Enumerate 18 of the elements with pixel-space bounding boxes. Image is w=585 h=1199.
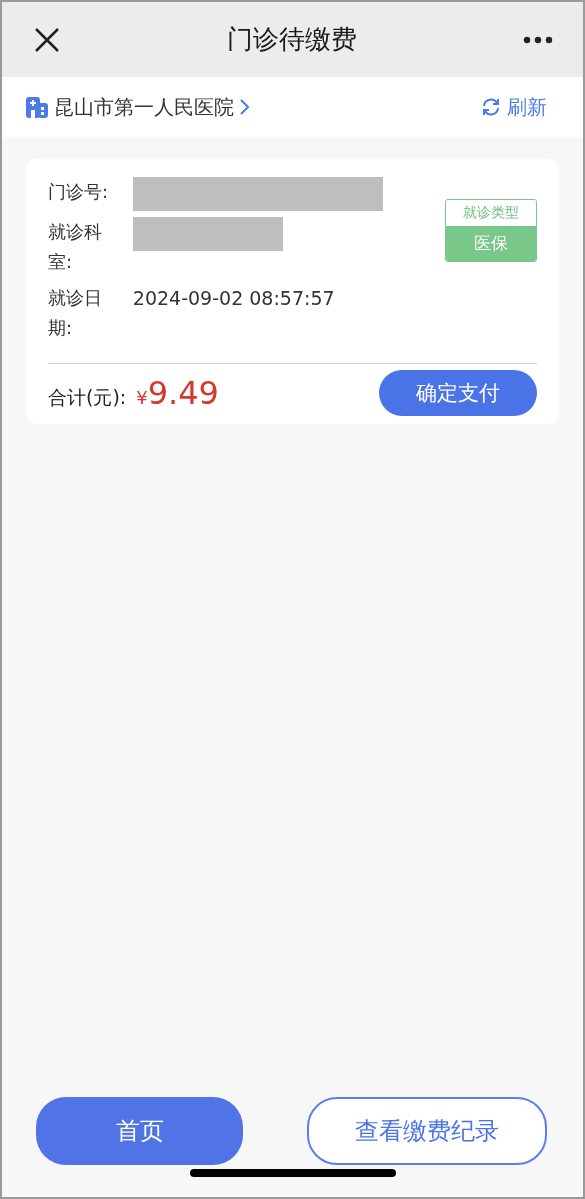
pay-button[interactable]: 确定支付: [379, 370, 537, 416]
total-label: 合计(元):: [48, 385, 127, 410]
total-amount: ¥9.49: [136, 374, 219, 412]
field-label: 就诊科室:: [48, 220, 103, 274]
payment-history-button[interactable]: 查看缴费纪录: [307, 1097, 547, 1165]
field-value: 2024-09-02 08:57:57: [132, 286, 335, 311]
chevron-right-icon[interactable]: [240, 99, 249, 115]
more-icon[interactable]: [523, 35, 553, 44]
home-button[interactable]: 首页: [36, 1097, 243, 1165]
field-label: 就诊日期:: [48, 286, 103, 340]
close-icon[interactable]: [34, 26, 60, 53]
hospital-name[interactable]: 昆山市第一人民医院: [54, 93, 234, 121]
visit-type-value: 医保: [446, 226, 536, 261]
refresh-icon: [481, 97, 501, 117]
refresh-button[interactable]: 刷新: [481, 93, 547, 121]
building-icon: [26, 96, 48, 118]
field-label: 门诊号:: [48, 180, 110, 204]
page-title: 门诊待缴费: [226, 23, 357, 56]
